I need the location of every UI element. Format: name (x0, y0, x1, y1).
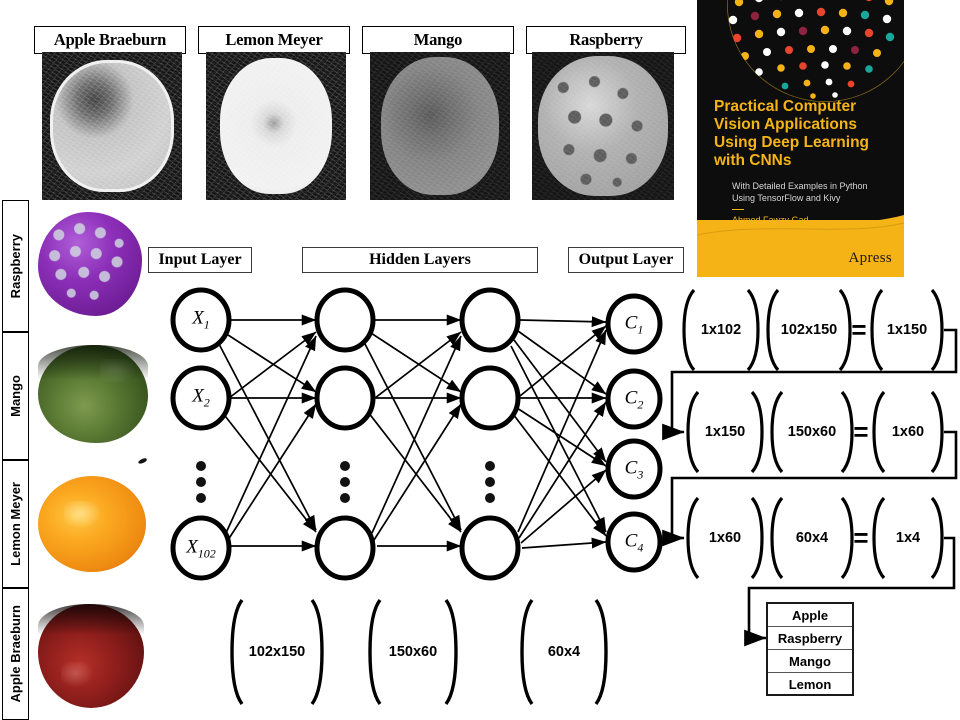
equation-3-result: 1x4 (870, 496, 946, 580)
equation-1-operand-a-label: 1x102 (700, 322, 742, 338)
edges-input-to-hidden1 (218, 314, 317, 552)
equation-3-operand-b-label: 60x4 (795, 530, 829, 546)
edges-hidden1-to-hidden2 (364, 314, 462, 552)
equation-1-operand-b-label: 102x150 (780, 322, 838, 338)
hidden-layer-2-ellipsis (485, 461, 495, 503)
input-layer-ellipsis (196, 461, 206, 503)
equation-1-result-label: 1x150 (886, 322, 928, 338)
slide-canvas: Apple Braeburn Lemon Meyer Mango Raspber… (0, 0, 960, 720)
equation-2-result: 1x60 (870, 390, 946, 474)
input-layer-nodes (170, 287, 232, 581)
hidden-layer-2-nodes (459, 287, 521, 581)
class-row-mango: Mango (768, 650, 852, 673)
equation-2-equals-sign: = (853, 416, 869, 447)
equation-2-result-label: 1x60 (891, 424, 925, 440)
weight-matrix-60x4: 60x4 (518, 598, 610, 706)
predicted-class-table: Apple Raspberry Mango Lemon (766, 602, 854, 696)
equation-3-operand-b: 60x4 (768, 496, 856, 580)
equation-1-operand-b: 102x150 (764, 288, 854, 372)
weight-matrix-60x4-label: 60x4 (547, 644, 581, 660)
weight-matrix-150x60-label: 150x60 (388, 644, 438, 660)
matrix-flow-connectors (662, 328, 958, 647)
hidden-layer-1-ellipsis (340, 461, 350, 503)
hidden-layer-1-nodes (314, 287, 376, 581)
equation-3-equals-sign: = (853, 522, 869, 553)
edges-hidden2-to-output (510, 316, 607, 549)
output-layer-nodes (605, 293, 663, 573)
equation-2-operand-b-label: 150x60 (787, 424, 837, 440)
equation-3-operand-a: 1x60 (684, 496, 766, 580)
class-row-lemon: Lemon (788, 677, 832, 692)
equation-3-result-label: 1x4 (895, 530, 921, 546)
equation-1-equals-sign: = (851, 314, 867, 345)
equation-2-operand-a-label: 1x150 (704, 424, 746, 440)
equation-2-operand-b: 150x60 (768, 390, 856, 474)
equation-1-result: 1x150 (868, 288, 946, 372)
weight-matrix-150x60: 150x60 (366, 598, 460, 706)
class-row-raspberry: Raspberry (768, 627, 852, 650)
equation-1-operand-a: 1x102 (680, 288, 762, 372)
weight-matrix-102x150-label: 102x150 (248, 644, 306, 660)
weight-matrix-102x150: 102x150 (228, 598, 326, 706)
equation-3-operand-a-label: 1x60 (708, 530, 742, 546)
class-row-apple: Apple (768, 604, 852, 627)
equation-2-operand-a: 1x150 (684, 390, 766, 474)
